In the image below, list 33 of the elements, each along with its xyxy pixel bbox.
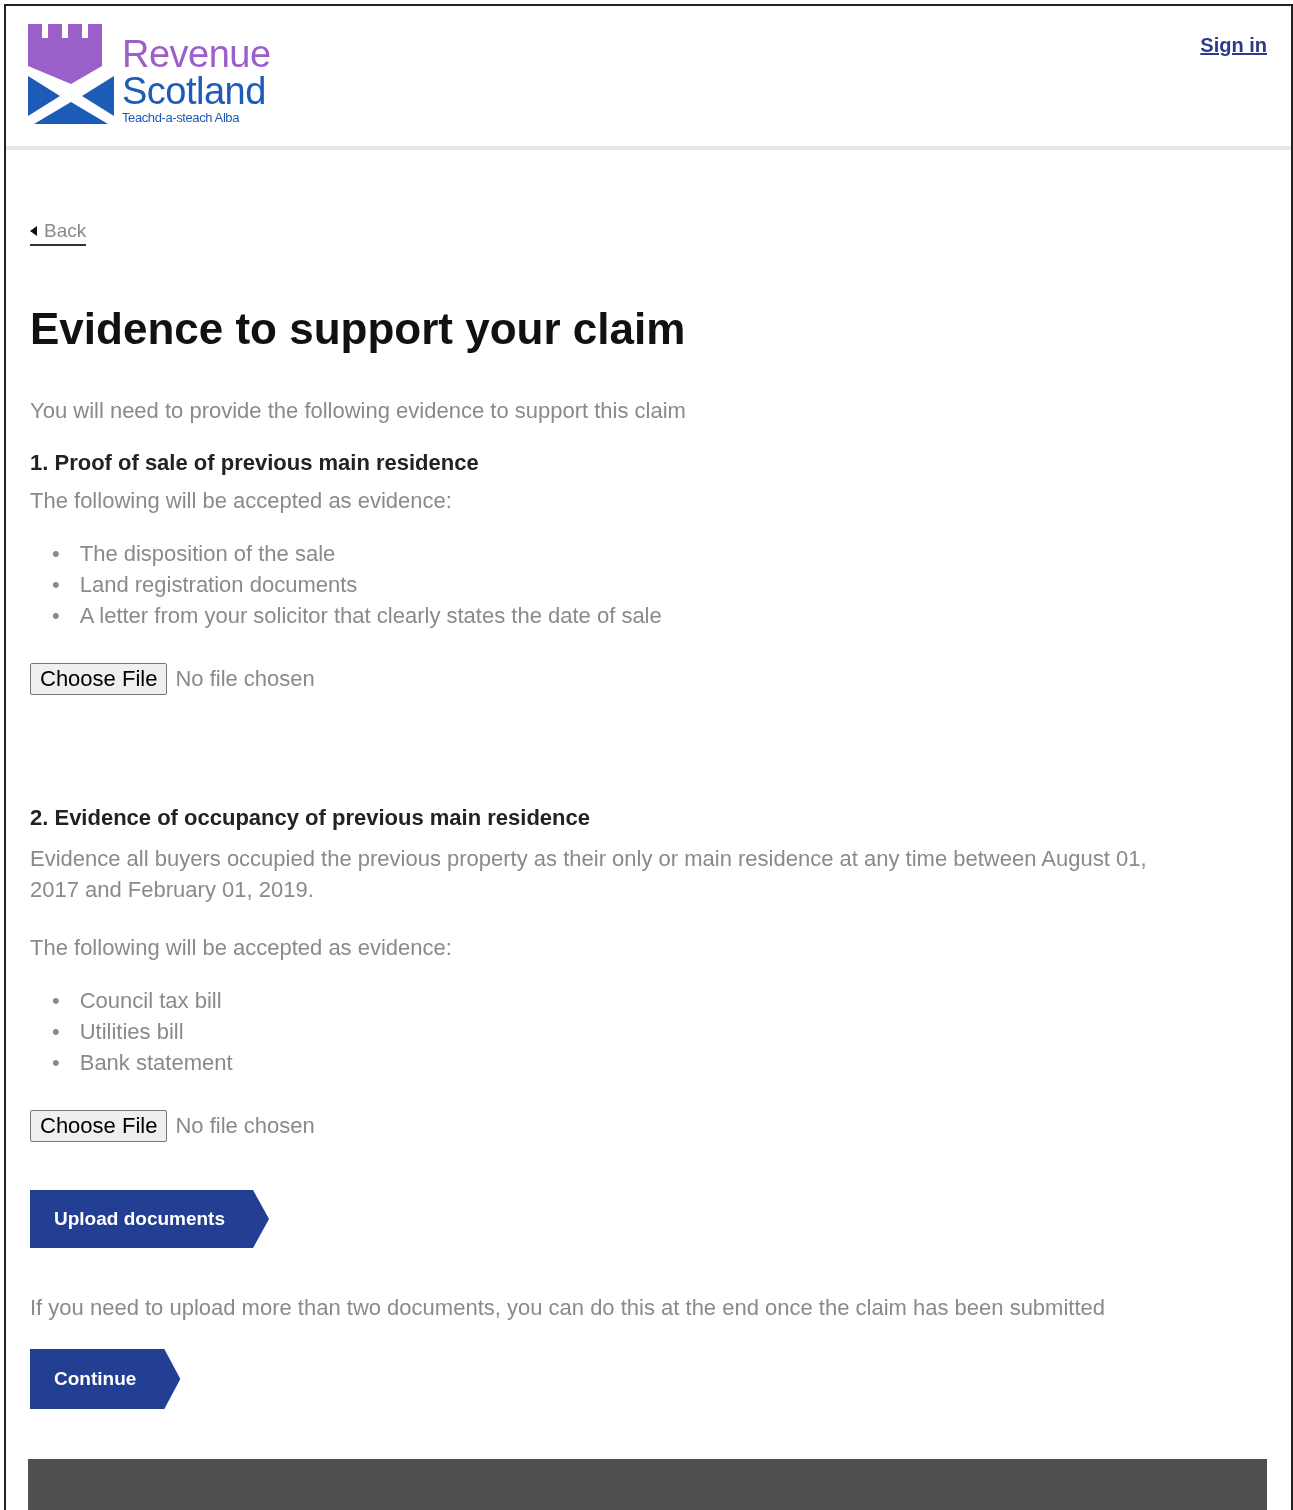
evidence-item: Land registration documents bbox=[79, 571, 358, 599]
accepted-evidence-label: The following will be accepted as evidence: bbox=[30, 488, 452, 514]
back-link[interactable]: Back bbox=[30, 220, 87, 246]
continue-button[interactable]: Continue bbox=[30, 1349, 181, 1409]
bullet: • bbox=[52, 540, 60, 568]
accepted-evidence-label: The following will be accepted as evidence: bbox=[30, 935, 452, 961]
logo-wordmark: Scotland bbox=[122, 72, 267, 110]
file-status: No file chosen bbox=[175, 1113, 315, 1139]
logo-emblem-icon bbox=[28, 24, 114, 124]
bullet: • bbox=[52, 602, 60, 630]
note-text: If you need to upload more than two documents, you can do this at the end once the claim has been submitted bbox=[30, 1294, 1105, 1322]
evidence-item: The disposition of the sale bbox=[79, 540, 336, 568]
sign-in-link[interactable]: Sign in bbox=[1200, 34, 1267, 57]
evidence-item: A letter from your solicitor that clearly states the date of sale bbox=[79, 602, 662, 630]
section-description: Evidence all buyers occupied the previous property as their only or main residence at any time between August 01, 2017 and February 01, 2019. bbox=[30, 845, 1148, 904]
bullet: • bbox=[52, 987, 60, 1015]
evidence-item: Council tax bill bbox=[79, 987, 222, 1015]
upload-documents-button[interactable]: Upload documents bbox=[30, 1190, 269, 1248]
file-status: No file chosen bbox=[175, 666, 315, 692]
choose-file-button[interactable]: Choose File bbox=[30, 663, 168, 695]
section-heading: 1. Proof of sale of previous main residence bbox=[30, 450, 479, 476]
evidence-item: Utilities bill bbox=[79, 1018, 184, 1046]
intro-text: You will need to provide the following evidence to support this claim bbox=[30, 398, 686, 424]
bullet: • bbox=[52, 1018, 60, 1046]
caret-left-icon bbox=[30, 226, 38, 236]
logo-tagline: Teachd-a-steach Alba bbox=[122, 110, 241, 126]
bullet: • bbox=[52, 1049, 60, 1077]
choose-file-button[interactable]: Choose File bbox=[30, 1110, 168, 1142]
logo-wordmark: Revenue bbox=[122, 36, 271, 72]
page-title: Evidence to support your claim bbox=[30, 304, 686, 354]
evidence-item: Bank statement bbox=[79, 1049, 233, 1077]
section-heading: 2. Evidence of occupancy of previous main residence bbox=[30, 805, 590, 831]
bullet: • bbox=[52, 571, 60, 599]
